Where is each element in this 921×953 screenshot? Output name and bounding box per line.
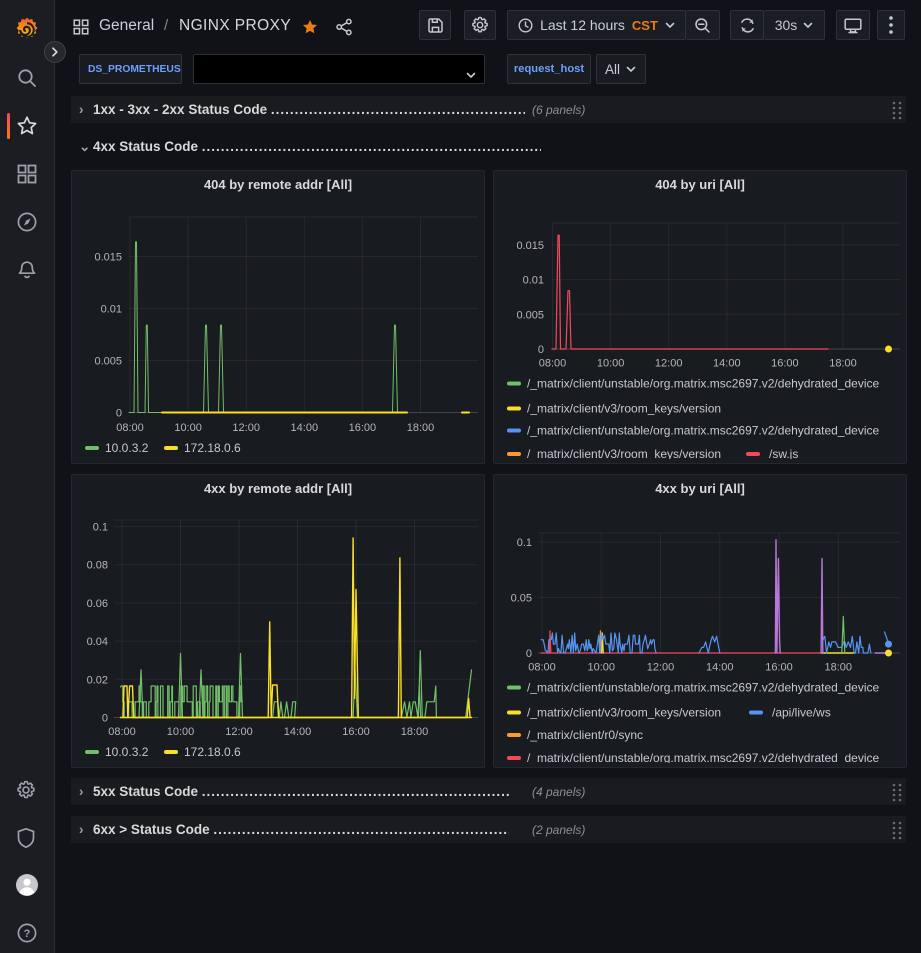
svg-text:/sw.js: /sw.js [769, 447, 798, 461]
svg-text:0: 0 [116, 408, 122, 420]
svg-text:0.02: 0.02 [87, 674, 108, 686]
svg-text:14:00: 14:00 [713, 358, 741, 370]
svg-text:18:00: 18:00 [407, 422, 435, 434]
svg-text:10:00: 10:00 [167, 726, 195, 738]
svg-text:/_matrix/client/unstable/org.m: /_matrix/client/unstable/org.matrix.msc2… [527, 681, 880, 695]
svg-text:10:00: 10:00 [174, 422, 202, 434]
svg-text:14:00: 14:00 [706, 662, 734, 674]
svg-text:12:00: 12:00 [655, 358, 683, 370]
svg-text:0.06: 0.06 [87, 598, 108, 610]
svg-text:08:00: 08:00 [108, 726, 136, 738]
svg-text:08:00: 08:00 [539, 358, 567, 370]
svg-text:/_matrix/client/unstable/org.m: /_matrix/client/unstable/org.matrix.msc2… [527, 377, 880, 391]
svg-text:0.005: 0.005 [94, 356, 122, 368]
svg-text:/_matrix/client/r0/sync: /_matrix/client/r0/sync [527, 728, 643, 742]
svg-text:16:00: 16:00 [342, 726, 370, 738]
svg-text:16:00: 16:00 [771, 358, 799, 370]
svg-text:16:00: 16:00 [349, 422, 377, 434]
svg-text:0.08: 0.08 [87, 560, 108, 572]
svg-text:0: 0 [538, 344, 544, 356]
svg-text:18:00: 18:00 [829, 358, 857, 370]
svg-text:08:00: 08:00 [116, 422, 144, 434]
svg-text:0.04: 0.04 [87, 636, 108, 648]
svg-text:16:00: 16:00 [765, 662, 793, 674]
svg-text:14:00: 14:00 [284, 726, 312, 738]
svg-text:10:00: 10:00 [587, 662, 615, 674]
svg-text:/_matrix/client/unstable/org.m: /_matrix/client/unstable/org.matrix.msc2… [527, 751, 880, 765]
svg-text:18:00: 18:00 [824, 662, 852, 674]
svg-text:0.01: 0.01 [101, 304, 122, 316]
svg-text:/api/live/ws: /api/live/ws [772, 706, 831, 720]
svg-text:/_matrix/client/v3/room_keys/v: /_matrix/client/v3/room_keys/version [527, 447, 721, 461]
svg-text:?: ? [24, 928, 31, 940]
svg-text:12:00: 12:00 [225, 726, 253, 738]
svg-text:10.0.3.2: 10.0.3.2 [105, 745, 149, 759]
svg-text:0.01: 0.01 [523, 275, 544, 287]
svg-text:0.015: 0.015 [94, 252, 122, 264]
svg-text:/_matrix/client/v3/room_keys/v: /_matrix/client/v3/room_keys/version [527, 402, 721, 416]
svg-text:10:00: 10:00 [597, 358, 625, 370]
svg-text:172.18.0.6: 172.18.0.6 [184, 441, 241, 455]
svg-text:0.05: 0.05 [511, 593, 532, 605]
svg-text:172.18.0.6: 172.18.0.6 [184, 745, 241, 759]
svg-text:10.0.3.2: 10.0.3.2 [105, 441, 149, 455]
svg-text:18:00: 18:00 [401, 726, 429, 738]
svg-text:/_matrix/client/v3/room_keys/v: /_matrix/client/v3/room_keys/version [527, 706, 721, 720]
svg-text:0: 0 [102, 713, 108, 725]
svg-text:12:00: 12:00 [647, 662, 675, 674]
svg-text:0: 0 [526, 648, 532, 660]
svg-text:14:00: 14:00 [291, 422, 319, 434]
svg-text:0.005: 0.005 [516, 309, 544, 321]
svg-text:12:00: 12:00 [232, 422, 260, 434]
svg-text:0.1: 0.1 [517, 537, 532, 549]
svg-text:08:00: 08:00 [528, 662, 556, 674]
svg-text:0.015: 0.015 [516, 240, 544, 252]
svg-text:/_matrix/client/unstable/org.m: /_matrix/client/unstable/org.matrix.msc2… [527, 424, 880, 438]
svg-text:0.1: 0.1 [93, 522, 108, 534]
